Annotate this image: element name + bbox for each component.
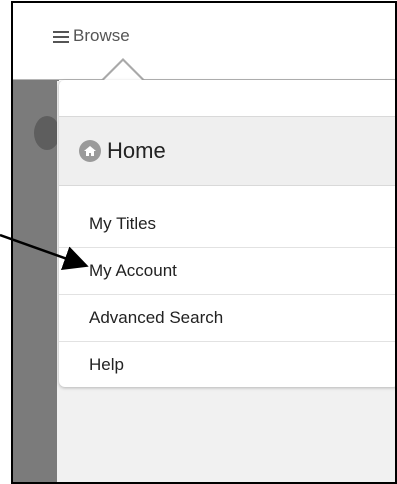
annotation-arrow — [0, 233, 89, 271]
